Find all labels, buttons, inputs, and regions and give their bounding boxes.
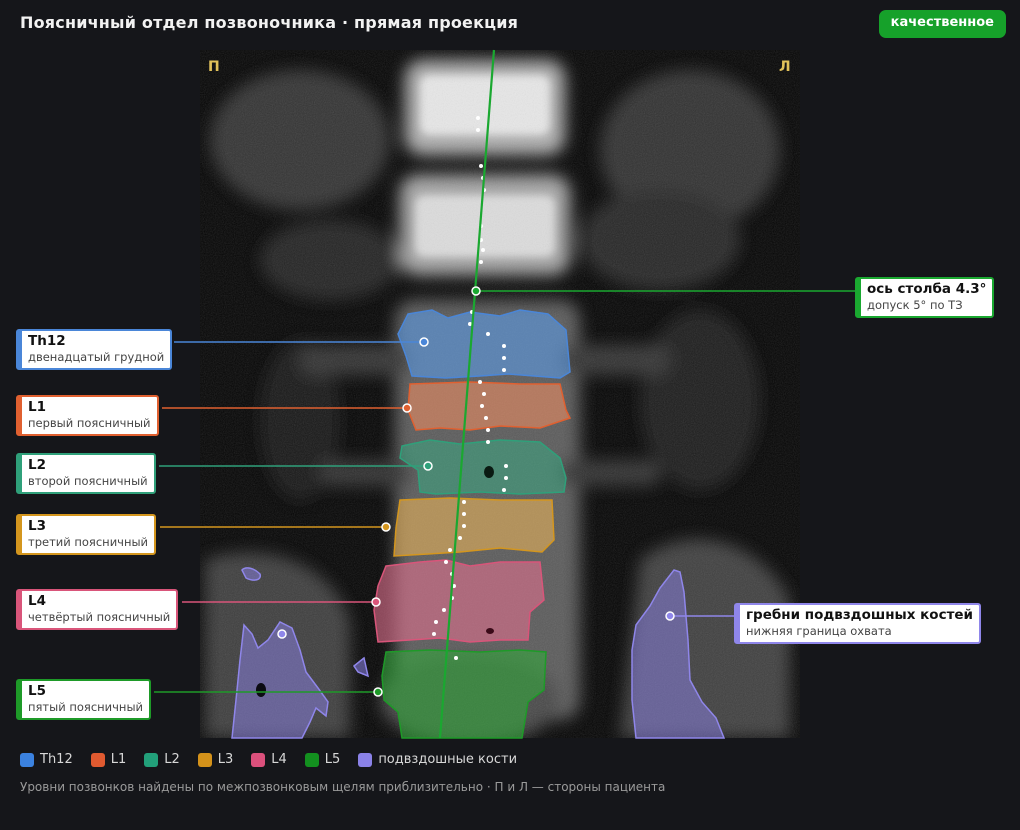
footnote: Уровни позвонков найдены по межпозвонков… (20, 780, 666, 794)
vertebra-l4-segment[interactable] (373, 559, 545, 643)
callout-l1-code: L1 (28, 399, 46, 415)
anchor-l3 (381, 522, 391, 532)
legend-label: L3 (217, 752, 234, 767)
legend-label: L2 (164, 752, 180, 767)
anchor-l4 (371, 597, 381, 607)
legend-label: L4 (271, 752, 287, 767)
callout-l2-name: второй поясничный (28, 474, 148, 488)
orientation-marker-right: П (208, 59, 220, 75)
anchor-l5 (373, 687, 383, 697)
callout-l3-code: L3 (28, 518, 46, 534)
anchor-iliac-left (665, 611, 675, 621)
spine-axis-angle: ось столба 4.3° (867, 281, 987, 297)
orientation-marker-left: Л (779, 59, 791, 75)
legend-swatch (20, 752, 34, 767)
callout-spine-axis[interactable]: ось столба 4.3° допуск 5° по ТЗ (855, 277, 995, 318)
callout-l4-code: L4 (28, 593, 46, 609)
legend-swatch (144, 752, 159, 767)
callout-l1-name: первый поясничный (28, 416, 151, 430)
iliac-crests-subtitle: нижняя граница охвата (746, 624, 892, 638)
anchor-l1 (402, 403, 412, 413)
callout-l1[interactable]: L1 первый поясничный (16, 395, 159, 436)
legend-label: L5 (324, 752, 341, 767)
spine-axis-tolerance: допуск 5° по ТЗ (867, 298, 963, 312)
vertebra-l5-segment[interactable] (381, 649, 547, 739)
legend-item-l2[interactable]: L2 (144, 752, 180, 767)
callout-l3-name: третий поясничный (28, 535, 149, 549)
callout-l2[interactable]: L2 второй поясничный (16, 453, 156, 494)
legend-swatch (197, 752, 212, 767)
anchor-iliac-right (277, 629, 287, 639)
callout-l5-name: пятый поясничный (28, 700, 143, 714)
legend-item-l5[interactable]: L5 (304, 752, 341, 767)
callout-l5-code: L5 (28, 683, 46, 699)
callout-l4[interactable]: L4 четвёртый поясничный (16, 589, 179, 630)
callout-l5[interactable]: L5 пятый поясничный (16, 679, 151, 720)
callout-l2-code: L2 (28, 457, 46, 473)
callout-th12[interactable]: Th12 двенадцатый грудной (16, 329, 173, 370)
legend-swatch (358, 752, 373, 767)
callout-l3[interactable]: L3 третий поясничный (16, 514, 157, 555)
vertebra-l3-segment[interactable] (393, 497, 555, 557)
legend: Th12 L1 L2 L3 L4 L5 подвздошные кости (20, 752, 517, 767)
callout-l4-name: четвёртый поясничный (28, 610, 171, 624)
legend-label: L1 (110, 752, 127, 767)
vertebra-l1-segment[interactable] (407, 381, 572, 431)
anchor-l2 (423, 461, 433, 471)
legend-label: Th12 (40, 752, 73, 767)
callout-th12-code: Th12 (28, 333, 66, 349)
legend-item-th12[interactable]: Th12 (20, 752, 73, 767)
legend-item-l1[interactable]: L1 (90, 752, 127, 767)
legend-item-l4[interactable]: L4 (251, 752, 287, 767)
legend-swatch (304, 752, 319, 767)
callout-th12-name: двенадцатый грудной (28, 350, 165, 364)
legend-swatch (90, 752, 105, 767)
legend-item-l3[interactable]: L3 (197, 752, 234, 767)
anchor-axis (471, 286, 481, 296)
legend-label: подвздошные кости (378, 752, 518, 767)
anchor-th12 (419, 337, 429, 347)
legend-item-iliac[interactable]: подвздошные кости (358, 752, 517, 767)
legend-swatch (251, 752, 266, 767)
iliac-crests-title: гребни подвздошных костей (746, 607, 974, 623)
callout-iliac-crests[interactable]: гребни подвздошных костей нижняя граница… (734, 603, 982, 644)
